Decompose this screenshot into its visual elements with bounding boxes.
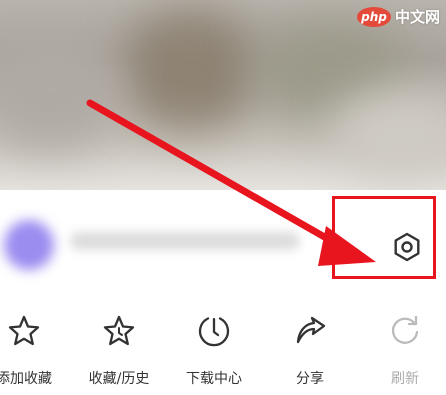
share-button[interactable]: 分享 — [265, 313, 355, 388]
download-center-button[interactable]: 下载中心 — [169, 313, 259, 388]
settings-gear-icon[interactable] — [392, 232, 422, 262]
php-watermark: php 中文网 — [356, 6, 440, 27]
blurred-username — [70, 232, 300, 250]
star-icon — [8, 315, 40, 346]
favorites-history-label: 收藏/历史 — [88, 371, 150, 387]
add-favorite-button[interactable]: 添加收藏 — [0, 313, 69, 388]
add-favorite-label: 添加收藏 — [0, 371, 52, 387]
avatar[interactable] — [4, 220, 54, 270]
refresh-icon — [391, 315, 419, 344]
favorites-history-button[interactable]: 收藏/历史 — [74, 313, 164, 388]
download-clock-icon — [198, 317, 230, 347]
watermark-text: 中文网 — [394, 8, 440, 26]
share-icon — [296, 316, 326, 344]
refresh-button[interactable]: 刷新 — [360, 313, 446, 388]
blur-shape — [120, 10, 260, 130]
share-label: 分享 — [296, 371, 324, 387]
download-center-label: 下载中心 — [186, 371, 242, 387]
star-clock-icon — [103, 315, 135, 346]
blurred-banner — [0, 0, 446, 200]
watermark-logo: php — [356, 6, 391, 27]
blur-shape — [0, 30, 120, 150]
refresh-label: 刷新 — [391, 371, 419, 387]
